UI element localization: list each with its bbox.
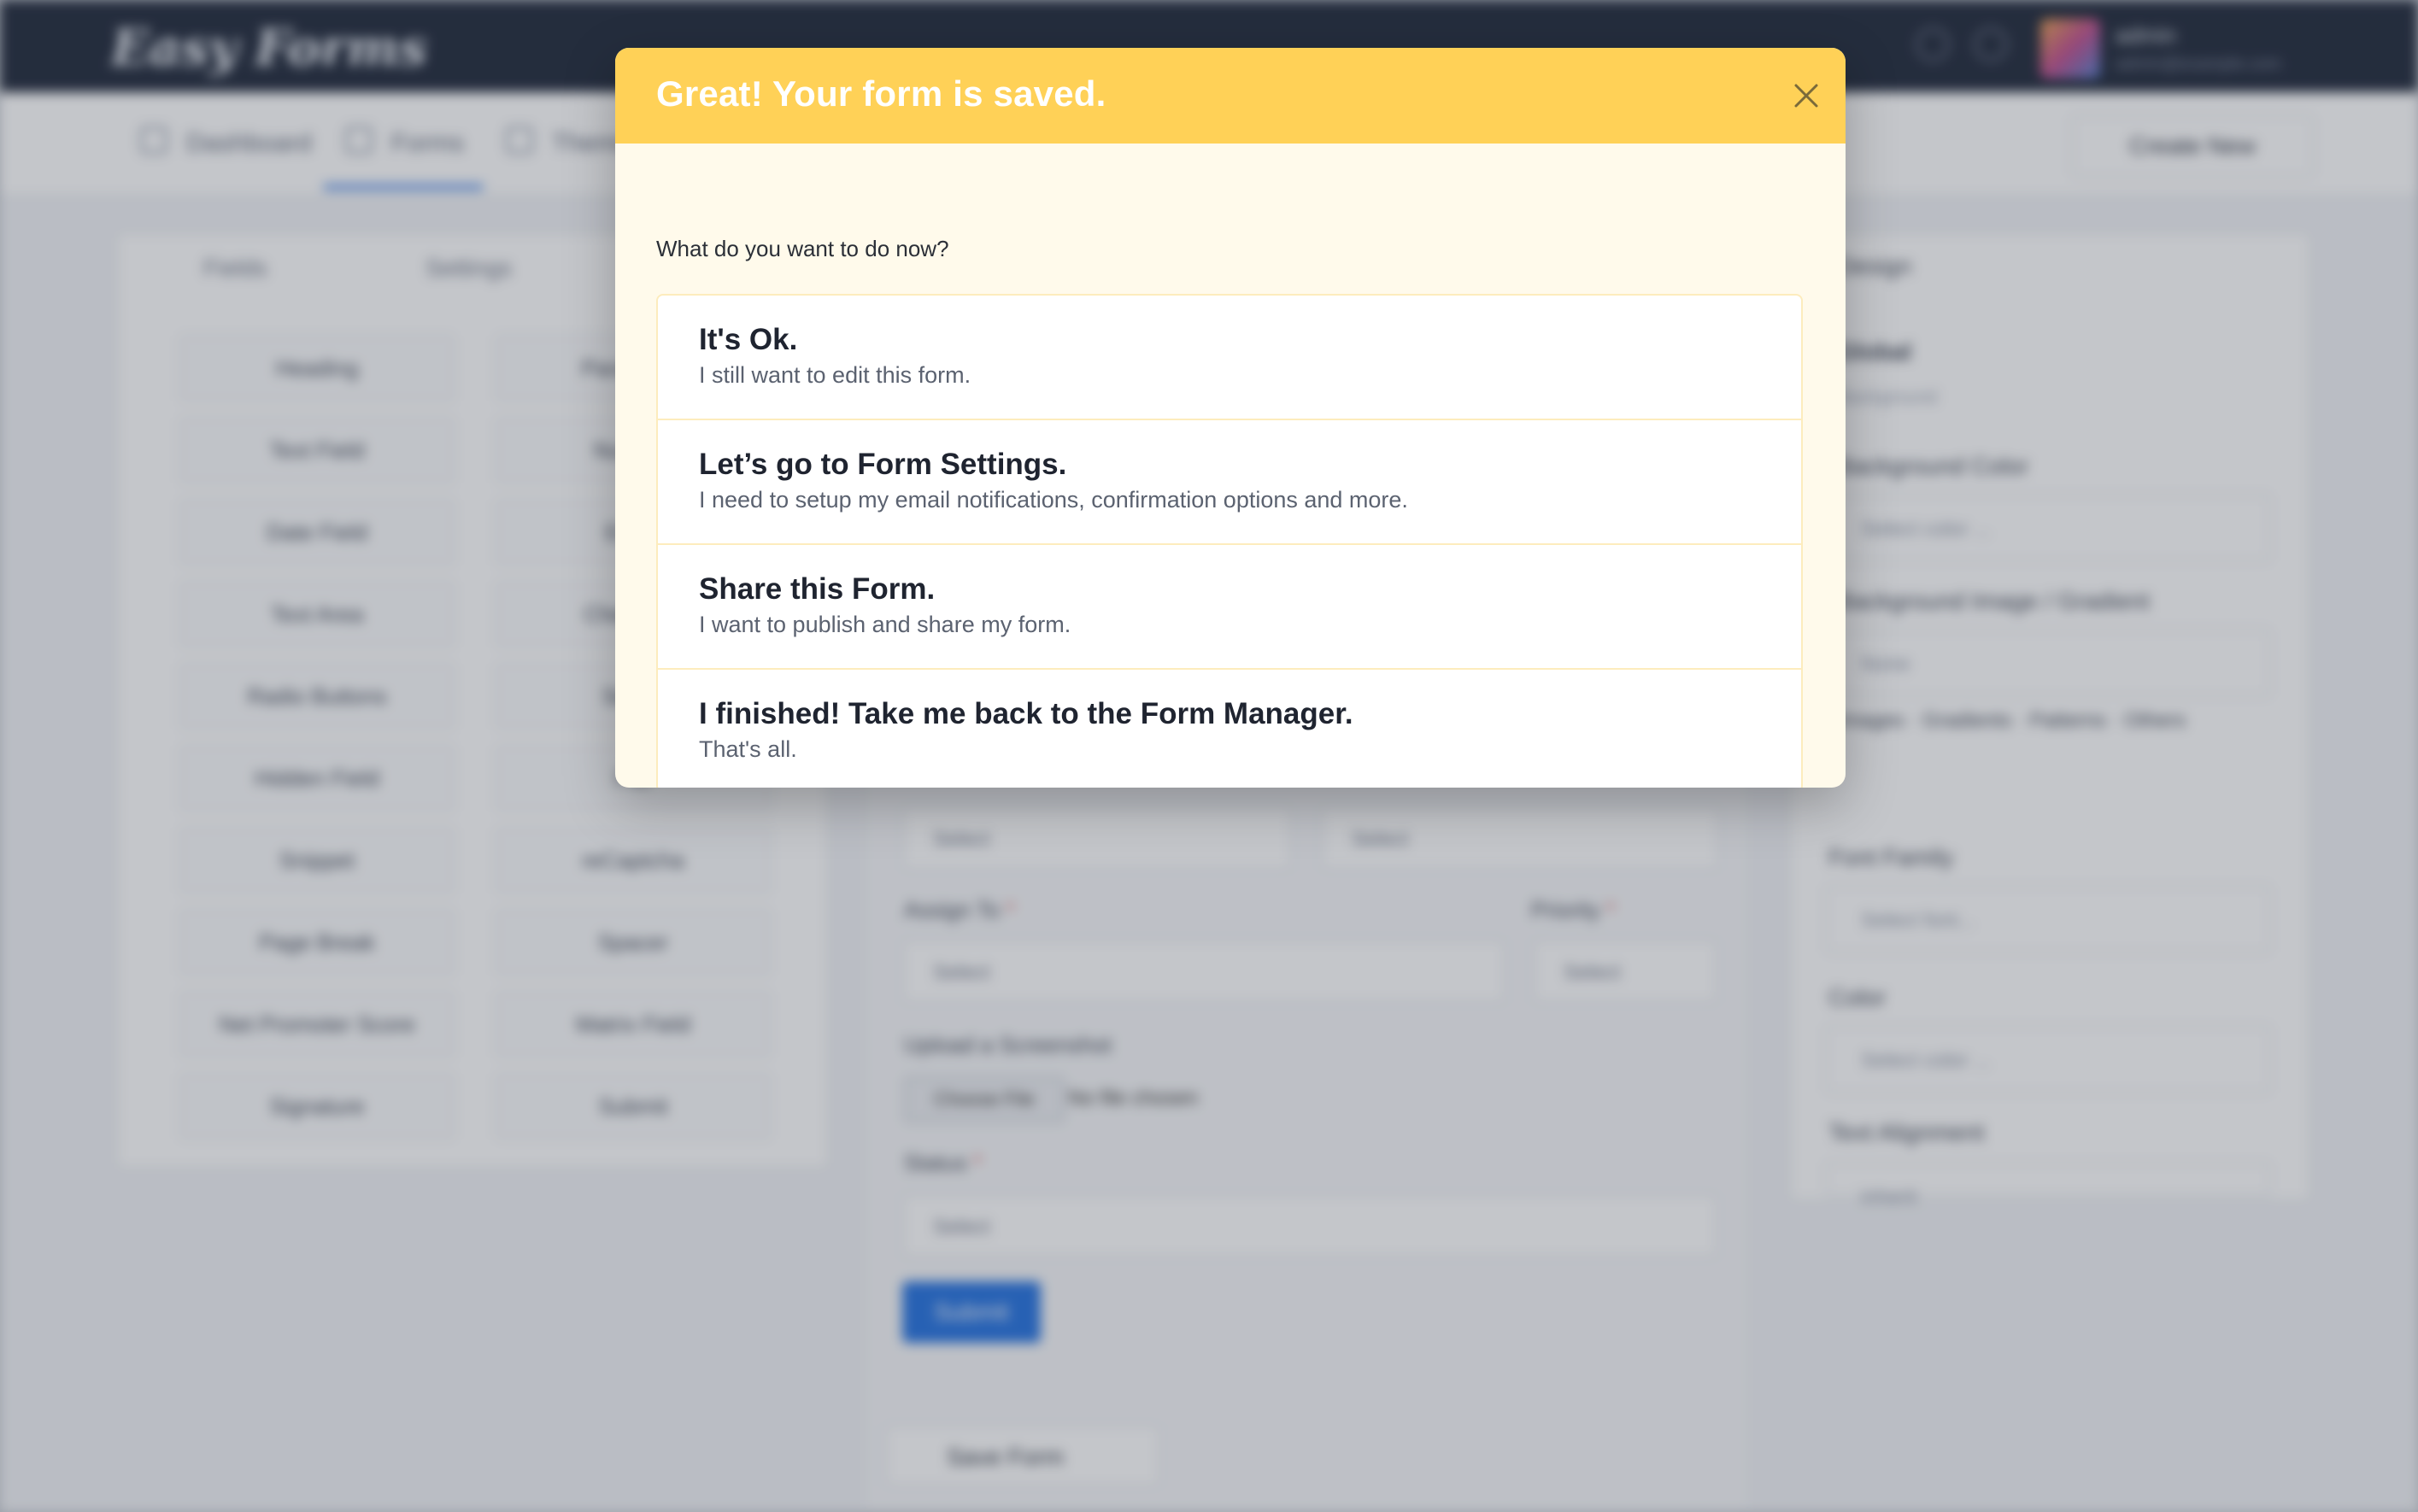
options-list: It's Ok. I still want to edit this form.… (656, 294, 1803, 788)
option-description: That's all. (699, 736, 797, 762)
option-share-form[interactable]: Share this Form. I want to publish and s… (658, 545, 1801, 670)
option-title: Let’s go to Form Settings. (699, 448, 1067, 481)
option-description: I want to publish and share my form. (699, 612, 1071, 637)
option-title: I finished! Take me back to the Form Man… (699, 697, 1353, 730)
option-title: Share this Form. (699, 572, 936, 606)
option-form-manager[interactable]: I finished! Take me back to the Form Man… (658, 670, 1801, 788)
option-edit-form[interactable]: It's Ok. I still want to edit this form. (658, 296, 1801, 420)
option-description: I need to setup my email notifications, … (699, 487, 1408, 513)
modal-title: Great! Your form is saved. (656, 73, 1106, 114)
form-saved-modal: Great! Your form is saved. What do you w… (615, 48, 1846, 788)
option-title: It's Ok. (699, 323, 798, 356)
modal-header: Great! Your form is saved. (615, 48, 1846, 144)
option-description: I still want to edit this form. (699, 362, 971, 388)
modal-prompt: What do you want to do now? (656, 236, 949, 261)
close-icon[interactable] (1787, 77, 1825, 114)
option-form-settings[interactable]: Let’s go to Form Settings. I need to set… (658, 420, 1801, 545)
